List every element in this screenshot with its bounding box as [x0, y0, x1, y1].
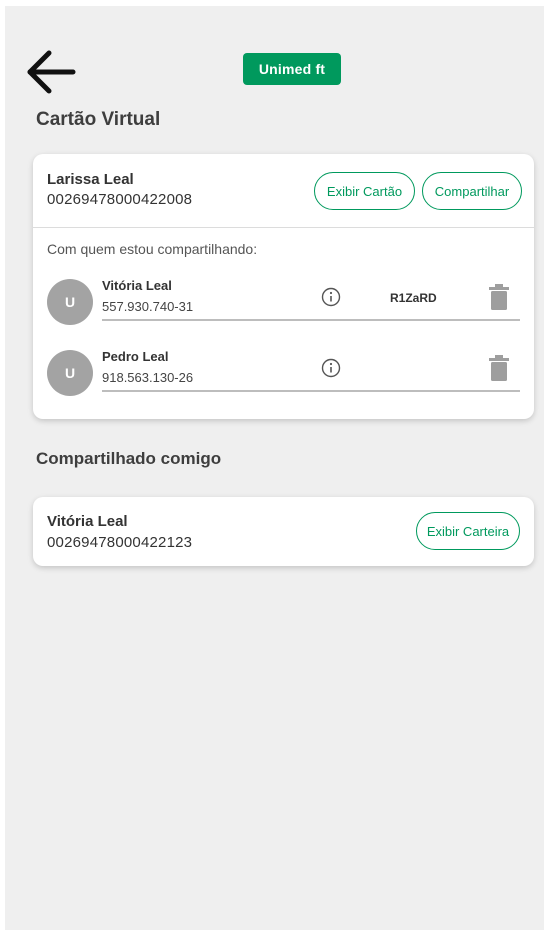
show-wallet-button[interactable]: Exibir Carteira [416, 512, 520, 550]
card-owner-name: Larissa Leal [47, 171, 134, 188]
row-divider [102, 390, 520, 392]
row-divider [102, 319, 520, 321]
shared-owner-name: Vitória Leal [47, 513, 128, 530]
share-cpf: 918.563.130-26 [102, 370, 194, 385]
divider [33, 227, 534, 228]
sharing-with-label: Com quem estou compartilhando: [47, 241, 258, 257]
avatar: U [47, 279, 93, 325]
share-cpf: 557.930.740-31 [102, 299, 194, 314]
trash-icon[interactable] [488, 355, 510, 381]
virtual-card: Larissa Leal 00269478000422008 Exibir Ca… [33, 154, 534, 419]
share-code: R1ZaRD [390, 291, 437, 305]
share-name: Vitória Leal [102, 278, 172, 293]
info-icon[interactable] [321, 287, 341, 307]
shared-with-me-card: Vitória Leal 00269478000422123 Exibir Ca… [33, 497, 534, 566]
virtual-card-title: Cartão Virtual [36, 109, 161, 130]
show-card-button[interactable]: Exibir Cartão [314, 172, 415, 210]
shared-with-me-title: Compartilhado comigo [36, 449, 222, 468]
avatar: U [47, 350, 93, 396]
logo-text: Unimed ft [258, 61, 326, 77]
avatar-initial: U [64, 294, 76, 310]
unimed-logo: Unimed ft [243, 53, 341, 85]
avatar-initial: U [64, 365, 76, 381]
trash-icon[interactable] [488, 284, 510, 310]
app-screen: Unimed ft Cartão Virtual Larissa Leal 00… [5, 6, 544, 930]
shared-owner-number: 00269478000422123 [47, 534, 193, 551]
info-icon[interactable] [321, 358, 341, 378]
share-button[interactable]: Compartilhar [422, 172, 522, 210]
share-name: Pedro Leal [102, 349, 169, 364]
card-owner-number: 00269478000422008 [47, 191, 193, 208]
arrow-left-icon[interactable] [25, 48, 77, 96]
